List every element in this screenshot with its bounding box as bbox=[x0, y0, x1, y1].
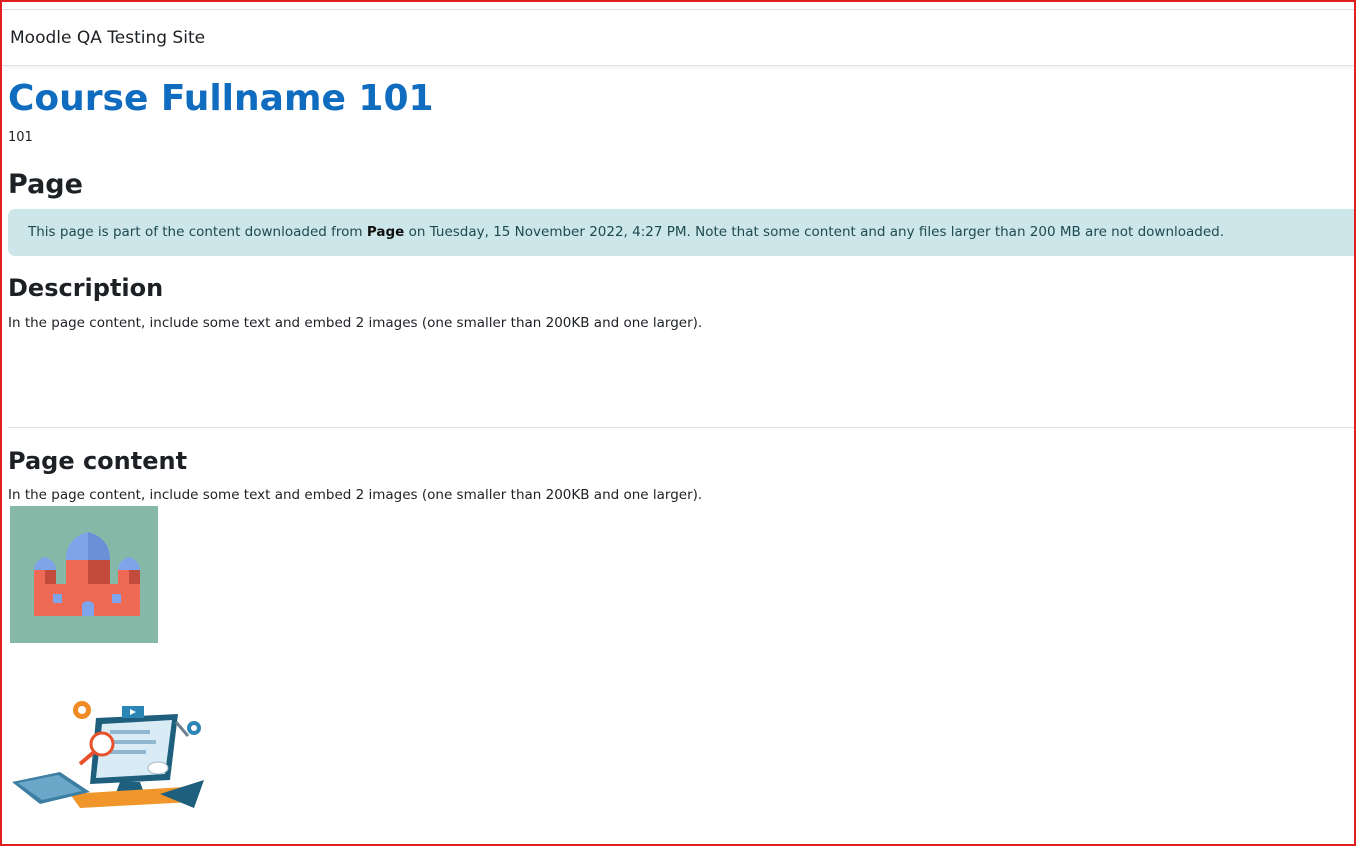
alert-text-before: This page is part of the content downloa… bbox=[28, 224, 367, 240]
alert-text-bold: Page bbox=[366, 224, 405, 240]
page-content-text: In the page content, include some text a… bbox=[8, 487, 703, 503]
page-heading: Page bbox=[8, 169, 83, 200]
course-title: Course Fullname 101 bbox=[8, 78, 434, 119]
course-shortname: 101 bbox=[8, 130, 33, 145]
section-divider bbox=[8, 427, 1354, 428]
navbar: Moodle QA Testing Site bbox=[2, 10, 1354, 66]
page-content-heading: Page content bbox=[8, 447, 188, 475]
computer-workstation-illustration-icon bbox=[12, 701, 204, 808]
alert-text-after: on Tuesday, 15 November 2022, 4:27 PM. N… bbox=[404, 224, 1225, 240]
castle-illustration-icon bbox=[10, 506, 158, 643]
description-text: In the page content, include some text a… bbox=[8, 315, 703, 331]
download-info-alert: This page is part of the content downloa… bbox=[8, 209, 1354, 256]
site-name-link[interactable]: Moodle QA Testing Site bbox=[10, 27, 205, 49]
description-heading: Description bbox=[8, 274, 164, 302]
